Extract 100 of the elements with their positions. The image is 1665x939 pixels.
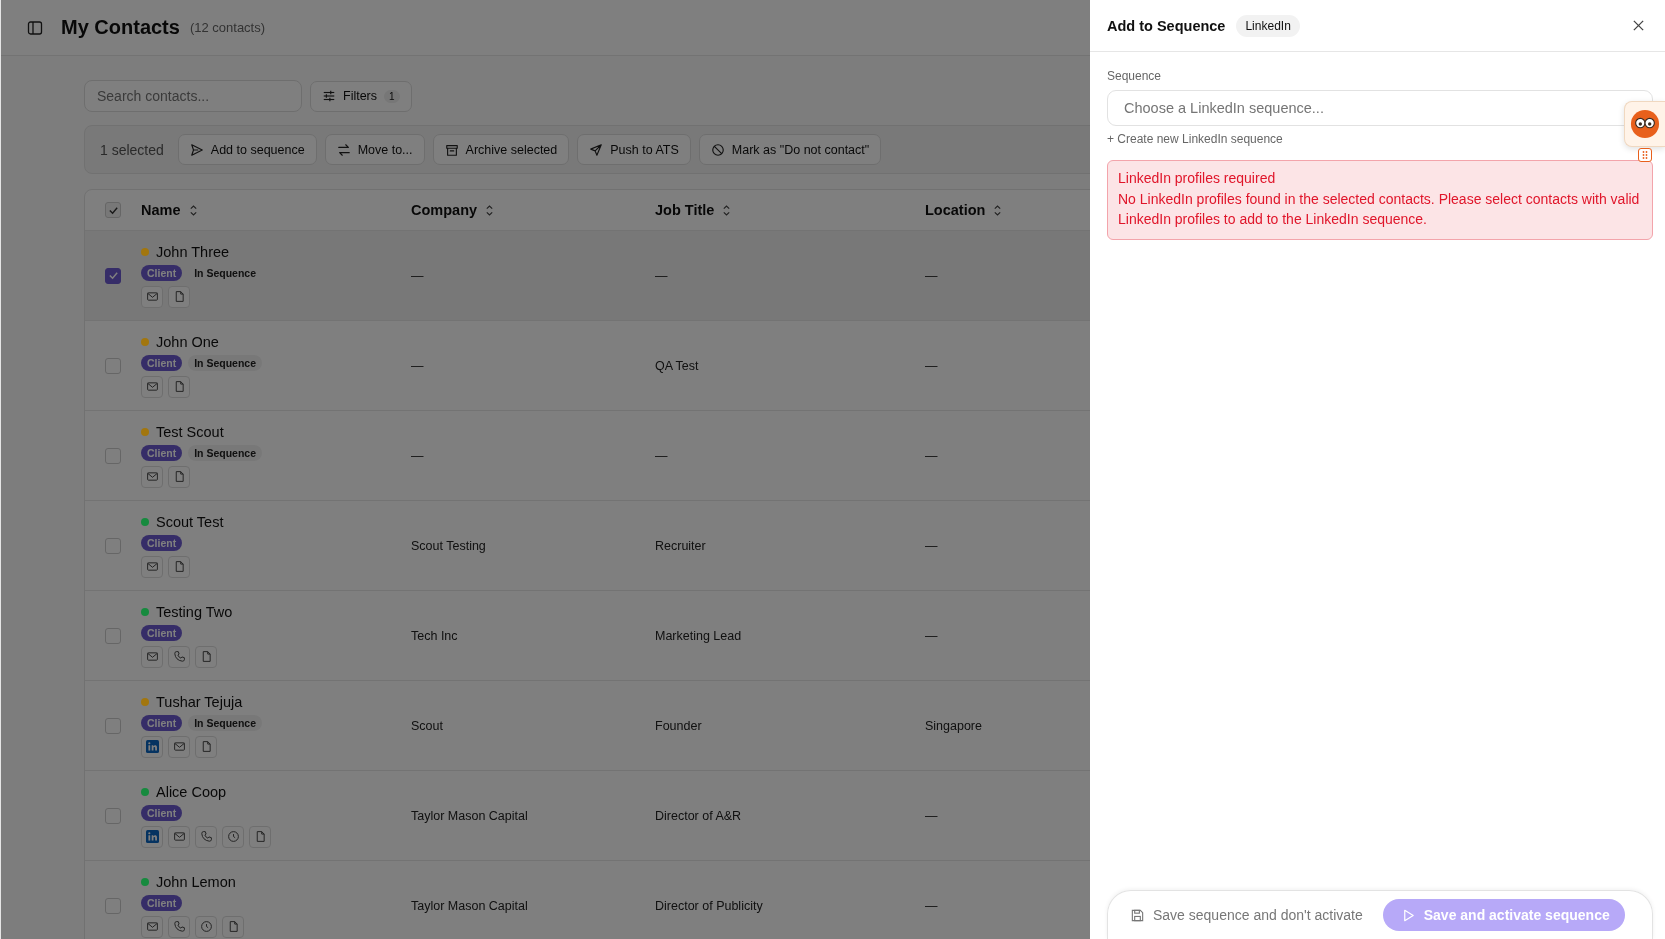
company-cell-text: — <box>411 358 425 373</box>
selected-count: 1 selected <box>100 141 164 158</box>
contact-name[interactable]: Test Scout <box>156 423 224 440</box>
owl-logo-icon <box>1630 109 1660 139</box>
clock-icon[interactable] <box>222 825 244 848</box>
contact-name[interactable]: John Lemon <box>156 873 236 890</box>
sort-icon <box>188 203 198 217</box>
close-icon[interactable] <box>1632 19 1645 32</box>
block-icon <box>710 142 725 157</box>
location-cell-text: — <box>925 358 939 373</box>
mail-icon[interactable] <box>141 915 163 938</box>
company-cell-text: Taylor Mason Capital <box>411 898 529 913</box>
assistant-widget[interactable] <box>1624 101 1665 147</box>
location-cell-text: — <box>925 538 939 553</box>
client-badge: Client <box>141 714 183 731</box>
status-badge: In Sequence <box>188 444 263 461</box>
bulk-action-button[interactable]: Add to sequence <box>177 134 317 165</box>
save-draft-button[interactable]: Save sequence and don't activate <box>1130 907 1363 923</box>
document-icon[interactable] <box>222 915 244 938</box>
contact-name[interactable]: Tushar Tejuja <box>156 693 243 710</box>
job-title-cell-text: Director of Publicity <box>655 898 764 913</box>
client-badge: Client <box>141 894 183 911</box>
phone-icon[interactable] <box>168 645 190 668</box>
company-cell-text: — <box>411 448 425 463</box>
phone-icon[interactable] <box>195 825 217 848</box>
sequence-select[interactable]: Choose a LinkedIn sequence... <box>1107 90 1653 126</box>
row-checkbox[interactable] <box>105 267 121 284</box>
job-title-cell-text: Marketing Lead <box>655 628 743 643</box>
client-badge: Client <box>141 354 183 371</box>
select-all-checkbox[interactable] <box>105 202 121 218</box>
column-header[interactable]: Company <box>411 202 655 218</box>
swap-arrows-icon <box>336 142 351 157</box>
clock-icon[interactable] <box>195 915 217 938</box>
contact-name[interactable]: Testing Two <box>156 603 233 620</box>
document-icon[interactable] <box>168 285 190 308</box>
filters-button[interactable]: Filters 1 <box>310 80 412 112</box>
bulk-action-button[interactable]: Push to ATS <box>577 134 691 165</box>
document-icon[interactable] <box>195 645 217 668</box>
mail-icon[interactable] <box>141 645 163 668</box>
create-sequence-link[interactable]: + Create new LinkedIn sequence <box>1107 132 1283 146</box>
status-badge: In Sequence <box>188 354 263 371</box>
column-header[interactable]: Name <box>141 202 411 218</box>
phone-icon[interactable] <box>168 915 190 938</box>
mail-icon[interactable] <box>141 285 163 308</box>
sidebar-toggle-icon[interactable] <box>27 19 43 36</box>
company-cell-text: Tech Inc <box>411 628 459 643</box>
location-cell-text: — <box>925 448 939 463</box>
job-title-cell-text: Director of A&R <box>655 808 743 823</box>
client-badge: Client <box>141 534 183 551</box>
location-cell-text: — <box>925 628 939 643</box>
document-icon[interactable] <box>168 375 190 398</box>
contact-count: (12 contacts) <box>189 20 266 35</box>
search-field[interactable]: Search contacts... <box>84 80 302 112</box>
channel-badge: LinkedIn <box>1236 14 1300 37</box>
drag-handle-icon[interactable] <box>1638 148 1652 162</box>
job-title-cell-text: Founder <box>655 718 703 733</box>
job-title-cell-text: Recruiter <box>655 538 707 553</box>
check-icon <box>107 204 119 216</box>
contact-name[interactable]: John One <box>156 333 219 350</box>
document-icon[interactable] <box>195 735 217 758</box>
document-icon[interactable] <box>249 825 271 848</box>
job-title-cell-text: — <box>655 268 669 283</box>
page-title: My Contacts <box>61 16 180 39</box>
mail-icon[interactable] <box>141 465 163 488</box>
bulk-action-button[interactable]: Mark as "Do not contact" <box>698 134 882 165</box>
save-icon <box>1130 907 1145 923</box>
check-icon <box>107 270 119 281</box>
job-title-cell-text: — <box>655 448 669 463</box>
field-label: Sequence <box>1107 69 1163 83</box>
panel-title: Add to Sequence <box>1107 17 1226 34</box>
contact-name[interactable]: John Three <box>156 243 230 260</box>
mail-icon[interactable] <box>141 555 163 578</box>
sort-icon <box>485 203 495 217</box>
location-cell-text: — <box>925 808 939 823</box>
document-icon[interactable] <box>168 555 190 578</box>
alert-message: No LinkedIn profiles found in the selected contacts. Please select contacts with valid LinkedIn profiles to add to the LinkedIn sequence. <box>1118 190 1641 229</box>
location-cell-text: — <box>925 268 939 283</box>
location-cell-text: — <box>925 898 939 913</box>
bulk-action-button[interactable]: Archive selected <box>432 134 570 165</box>
contact-name[interactable]: Scout Test <box>156 513 224 530</box>
company-cell-text: Scout Testing <box>411 538 487 553</box>
linkedin-icon[interactable] <box>141 825 163 848</box>
column-header[interactable]: Job Title <box>655 202 925 218</box>
job-title-cell-text: QA Test <box>655 358 700 373</box>
mail-icon[interactable] <box>141 375 163 398</box>
client-badge: Client <box>141 624 183 641</box>
location-cell-text: Singapore <box>925 718 983 733</box>
send-icon <box>189 142 204 157</box>
column-header[interactable]: Location <box>925 202 1090 218</box>
document-icon[interactable] <box>168 465 190 488</box>
sort-icon <box>993 203 1003 217</box>
client-badge: Client <box>141 444 183 461</box>
contact-name[interactable]: Alice Coop <box>156 783 227 800</box>
mail-icon[interactable] <box>168 825 190 848</box>
alert-title: LinkedIn profiles required <box>1118 170 1277 186</box>
contact-row[interactable]: John Three Client In Sequence — — — <box>85 231 1090 321</box>
bulk-action-button[interactable]: Move to... <box>324 134 425 165</box>
mail-icon[interactable] <box>168 735 190 758</box>
company-cell-text: — <box>411 268 425 283</box>
linkedin-icon[interactable] <box>141 735 163 758</box>
